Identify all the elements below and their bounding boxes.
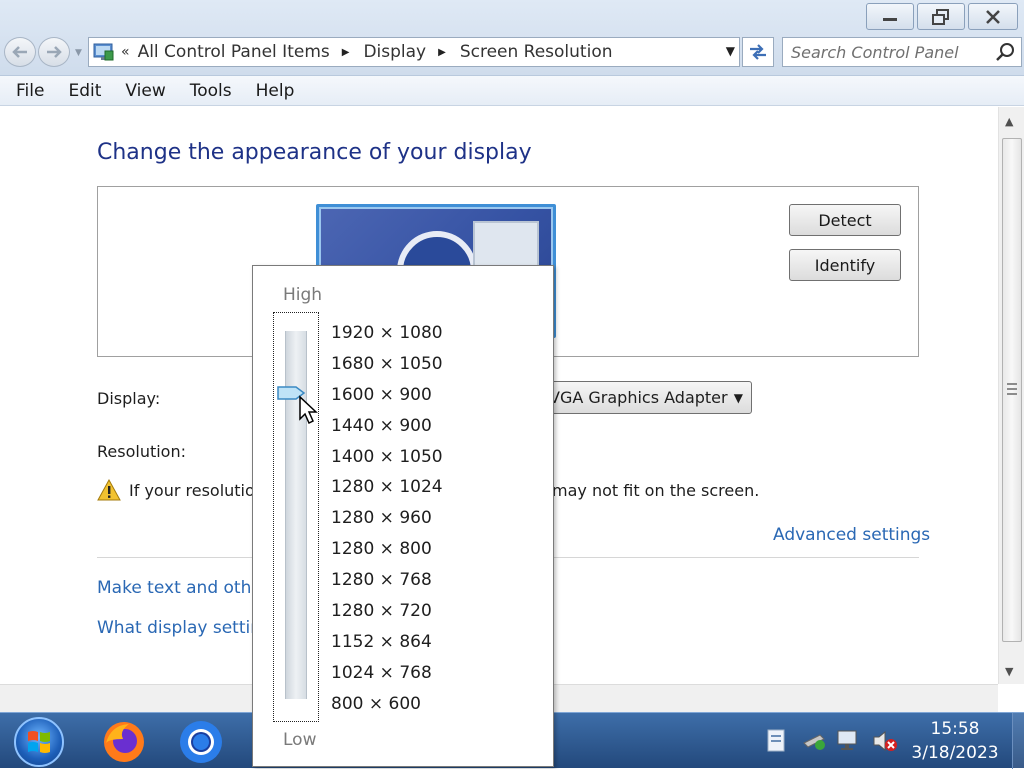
warning-text-right: may not fit on the screen.	[552, 481, 760, 500]
back-button[interactable]	[4, 37, 36, 67]
search-icon[interactable]	[995, 42, 1015, 62]
page-title: Change the appearance of your display	[97, 140, 532, 165]
network-icon[interactable]	[836, 729, 860, 753]
resolution-label: Resolution:	[97, 442, 186, 461]
resolution-option[interactable]: 1280 × 1024	[331, 472, 443, 503]
warning-text-left: If your resolutio	[129, 481, 255, 500]
volume-muted-icon[interactable]	[872, 729, 898, 753]
minimize-icon	[883, 17, 897, 21]
close-icon	[986, 9, 1000, 24]
document-tray-icon[interactable]	[766, 729, 786, 753]
close-button[interactable]	[968, 3, 1018, 30]
resolution-slider[interactable]	[273, 312, 319, 722]
breadcrumb-all-items[interactable]: All Control Panel Items	[138, 42, 330, 62]
restore-icon	[932, 8, 949, 25]
breadcrumb-display[interactable]: Display	[363, 42, 426, 62]
chevron-down-icon: ▼	[733, 391, 743, 405]
menu-edit[interactable]: Edit	[64, 81, 105, 101]
start-button[interactable]	[14, 717, 64, 767]
address-dropdown-icon[interactable]: ▼	[726, 44, 735, 58]
resolution-option[interactable]: 1920 × 1080	[331, 318, 443, 349]
show-desktop-button[interactable]	[1012, 713, 1024, 769]
overflow-chevron-icon[interactable]: «	[121, 44, 130, 60]
clock-time: 15:58	[930, 719, 980, 739]
detect-button[interactable]: Detect	[789, 204, 901, 236]
vertical-scrollbar[interactable]: ▲ ▼	[998, 107, 1024, 684]
restore-button[interactable]	[917, 3, 965, 30]
clock-date: 3/18/2023	[911, 743, 999, 763]
slider-low-label: Low	[283, 730, 317, 750]
control-panel-icon	[93, 43, 114, 61]
resolution-option[interactable]: 1024 × 768	[331, 658, 443, 689]
resolution-option[interactable]: 1600 × 900	[331, 380, 443, 411]
resolution-option[interactable]: 1680 × 1050	[331, 349, 443, 380]
menu-bar: File Edit View Tools Help	[0, 76, 1024, 106]
arrow-left-icon	[12, 46, 27, 58]
menu-view[interactable]: View	[121, 81, 169, 101]
resolution-dropdown-popup: High 1920 × 1080 1680 × 1050 1600 × 900 144…	[252, 265, 554, 767]
resolution-option[interactable]: 1280 × 960	[331, 503, 443, 534]
scroll-thumb[interactable]	[1002, 138, 1022, 642]
refresh-button[interactable]	[742, 37, 774, 67]
display-label: Display:	[97, 389, 161, 408]
menu-file[interactable]: File	[12, 81, 48, 101]
forward-button[interactable]	[38, 37, 70, 67]
menu-help[interactable]: Help	[252, 81, 299, 101]
display-settings-help-link[interactable]: What display setting	[97, 618, 272, 638]
search-input[interactable]	[783, 38, 983, 66]
resolution-option[interactable]: 1152 × 864	[331, 627, 443, 658]
safely-remove-hardware-icon[interactable]	[802, 729, 828, 751]
display-select[interactable]: VGA Graphics Adapter ▼	[538, 381, 752, 414]
system-clock[interactable]: 15:58 3/18/2023	[905, 717, 1005, 765]
search-box[interactable]	[782, 37, 1022, 67]
arrow-right-icon	[47, 46, 62, 58]
breadcrumb-separator-icon[interactable]: ▶	[342, 47, 350, 58]
breadcrumb-screen-resolution[interactable]: Screen Resolution	[460, 42, 613, 62]
resolution-list: 1920 × 1080 1680 × 1050 1600 × 900 1440 × 9…	[331, 318, 443, 720]
resolution-option[interactable]: 1280 × 720	[331, 596, 443, 627]
resolution-option[interactable]: 1400 × 1050	[331, 442, 443, 473]
slider-high-label: High	[283, 285, 323, 305]
resolution-option[interactable]: 1280 × 768	[331, 565, 443, 596]
recent-pages-dropdown[interactable]: ▼	[75, 48, 82, 58]
firefox-icon[interactable]	[100, 719, 148, 765]
minimize-button[interactable]	[866, 3, 914, 30]
scroll-down-icon[interactable]: ▼	[1005, 665, 1013, 678]
grip-icon	[1007, 383, 1017, 395]
mouse-pointer-icon	[299, 395, 318, 425]
refresh-icon	[750, 44, 766, 60]
resolution-option[interactable]: 800 × 600	[331, 689, 443, 720]
chromium-browser-icon[interactable]	[177, 719, 225, 765]
advanced-settings-link[interactable]: Advanced settings	[773, 525, 930, 545]
window-controls	[866, 3, 1018, 30]
display-select-value: VGA Graphics Adapter	[549, 388, 728, 407]
breadcrumb-separator-icon[interactable]: ▶	[438, 47, 446, 58]
resolution-option[interactable]: 1440 × 900	[331, 411, 443, 442]
window-chrome: ▼ « All Control Panel Items ▶ Display ▶ …	[0, 0, 1024, 76]
windows-logo-icon	[28, 731, 50, 753]
warning-icon	[97, 479, 121, 501]
text-size-link[interactable]: Make text and othe	[97, 578, 262, 598]
menu-tools[interactable]: Tools	[186, 81, 236, 101]
identify-button[interactable]: Identify	[789, 249, 901, 281]
scroll-up-icon[interactable]: ▲	[1005, 115, 1013, 128]
address-bar[interactable]: « All Control Panel Items ▶ Display ▶ Sc…	[88, 37, 740, 67]
resolution-option[interactable]: 1280 × 800	[331, 534, 443, 565]
